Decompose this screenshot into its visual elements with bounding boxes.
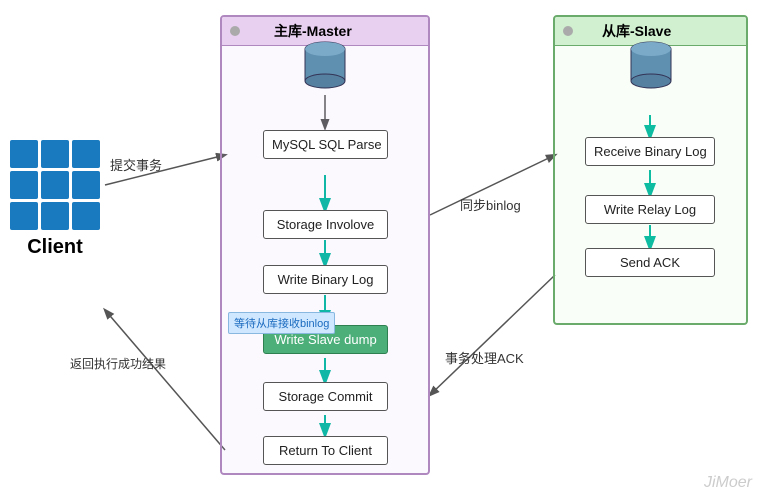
label-fanhui: 返回执行成功结果: [70, 355, 166, 372]
client-grid-cell: [10, 140, 38, 168]
client-grid: [10, 140, 100, 230]
client-grid-cell: [72, 202, 100, 230]
storage-involove-node: Storage Involove: [263, 210, 388, 239]
slave-title: 从库-Slave: [602, 21, 671, 41]
write-relay-log-node: Write Relay Log: [585, 195, 715, 224]
slave-box: 从库-Slave: [553, 15, 748, 325]
client-grid-cell: [41, 202, 69, 230]
master-db-icon: [301, 39, 349, 97]
master-title: 主库-Master: [274, 21, 352, 41]
label-sync-binlog: 同步binlog: [460, 195, 521, 214]
label-ack: 事务处理ACK: [445, 348, 524, 367]
client-label: Client: [10, 236, 100, 259]
label-tijiao: 提交事务: [110, 155, 162, 174]
write-binary-log-node: Write Binary Log: [263, 265, 388, 294]
client-grid-cell: [72, 171, 100, 199]
receive-binary-log-node: Receive Binary Log: [585, 137, 715, 166]
storage-commit-node: Storage Commit: [263, 382, 388, 411]
client-grid-cell: [41, 140, 69, 168]
window-btn: [230, 26, 240, 36]
slave-window-btn: [563, 26, 573, 36]
client-grid-cell: [41, 171, 69, 199]
label-wait-slave: 等待从库接收binlog: [228, 312, 335, 334]
client-grid-cell: [72, 140, 100, 168]
diagram-container: Client 提交事务 返回执行成功结果 主库-Master MySQL SQL…: [0, 0, 762, 500]
client-grid-cell: [10, 202, 38, 230]
client-area: Client: [10, 140, 100, 259]
send-ack-node: Send ACK: [585, 248, 715, 277]
return-to-client-node: Return To Client: [263, 436, 388, 465]
mysql-sql-parse-node: MySQL SQL Parse: [263, 130, 388, 159]
slave-db-icon: [627, 39, 675, 97]
client-grid-cell: [10, 171, 38, 199]
jimoer-watermark: JiMoer: [704, 474, 752, 492]
